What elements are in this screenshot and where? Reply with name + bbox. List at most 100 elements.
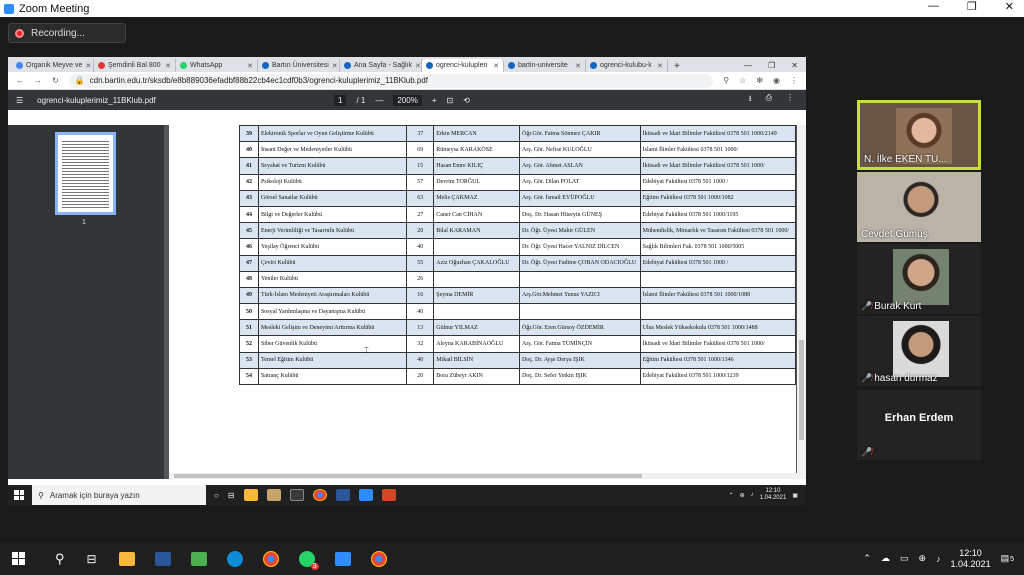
file-explorer-icon[interactable] (118, 551, 135, 566)
tab-label: ogrenci-kuluplen (436, 62, 488, 69)
task-view-icon[interactable]: ⊟ (87, 552, 97, 566)
whatsapp-icon[interactable]: 3 (298, 550, 319, 570)
tray-network-icon[interactable]: ⊕ (740, 492, 745, 499)
zoom-level[interactable]: 200% (393, 94, 422, 106)
video-feed (893, 321, 949, 377)
row-number: 49 (239, 286, 259, 305)
participant-tile[interactable]: 🎤̸ hasan durmaz (857, 316, 981, 386)
tab-close-icon[interactable]: ✕ (575, 62, 581, 70)
participant-tile[interactable]: Erhan Erdem 🎤̸ (857, 390, 981, 460)
powerpoint-icon[interactable] (381, 489, 396, 501)
browser-tab[interactable]: ogrenci-kuluplen ✕ (422, 59, 504, 72)
browser-tab[interactable]: ogrenci-kulubu-k ✕ (586, 59, 668, 72)
page-number-input[interactable]: 1 (334, 94, 347, 106)
page-thumbnail[interactable] (55, 132, 116, 215)
reload-icon[interactable]: ↻ (52, 76, 59, 85)
horizontal-scrollbar[interactable] (169, 473, 797, 479)
tab-close-icon[interactable]: ✕ (415, 62, 421, 70)
participant-tile[interactable]: Cevdet Gümüş (857, 172, 981, 242)
pdf-toolbar: ☰ ogrenci-kuluplerimiz_11BKlub.pdf 1 / 1… (8, 90, 806, 110)
bookmark-star-icon[interactable]: ☆ (739, 76, 746, 85)
zoom-app-icon[interactable] (358, 489, 373, 501)
club-president: Hasan Emre KILIÇ (433, 157, 521, 175)
cortana-icon[interactable]: ○ (214, 491, 219, 500)
tab-close-icon[interactable]: ✕ (657, 62, 663, 70)
edge-icon[interactable] (226, 550, 243, 567)
store-icon[interactable] (289, 489, 304, 501)
url-field[interactable]: 🔒 cdn.bartin.edu.tr/sksdb/e8b889036efadb… (68, 73, 714, 88)
tab-close-icon[interactable]: ✕ (165, 62, 171, 70)
tab-close-icon[interactable]: ✕ (247, 62, 253, 70)
browser-tab[interactable]: Şemdinli Bal 800 ✕ (94, 59, 176, 72)
notification-center-icon[interactable]: ▤5 (1001, 553, 1014, 564)
taskbar-search[interactable]: ⚲ Aramak için buraya yazın (32, 485, 206, 505)
profile-avatar-icon[interactable]: ◉ (773, 76, 780, 85)
tray-chevron-icon[interactable]: ⌃ (863, 553, 871, 564)
maximize-button[interactable]: ❐ (967, 0, 977, 13)
browser-tab[interactable]: Ana Sayfa - Sağlık ✕ (340, 59, 422, 72)
word-icon[interactable] (335, 489, 350, 501)
extensions-icon[interactable]: ✻ (756, 76, 763, 85)
browser-close-icon[interactable]: ✕ (791, 61, 798, 70)
browser-tab[interactable]: WhatsApp ✕ (176, 59, 258, 72)
tray-volume-icon[interactable]: ♪ (751, 492, 754, 498)
club-president: Erkin MERCAN (433, 124, 521, 143)
thumbnail-page-number: 1 (82, 219, 86, 226)
pdf-more-icon[interactable]: ⋮ (786, 93, 794, 107)
table-row: 40 İnsani Değer ve Medeniyetler Kulübü 69 R… (239, 141, 797, 159)
tray-chevron-icon[interactable]: ⌃ (729, 492, 734, 499)
fit-page-icon[interactable]: ⊡ (447, 96, 454, 105)
participant-tile[interactable]: N. İlke EKEN TU... (857, 100, 981, 170)
chrome-icon[interactable] (370, 550, 387, 567)
close-button[interactable]: ✕ (1005, 0, 1014, 13)
browser-restore-icon[interactable]: ❐ (768, 61, 775, 70)
tab-close-icon[interactable]: ✕ (85, 62, 91, 70)
notifications-icon[interactable]: ▣ (792, 492, 798, 499)
rotate-icon[interactable]: ⟲ (463, 96, 470, 105)
onedrive-icon[interactable]: ☁ (881, 553, 890, 564)
download-icon[interactable]: ⭳ (749, 93, 752, 107)
file-explorer-icon[interactable] (243, 489, 258, 501)
battery-icon[interactable]: ▭ (900, 553, 909, 564)
row-number: 48 (239, 270, 259, 288)
tab-close-icon[interactable]: ✕ (332, 62, 338, 70)
windows-start-icon[interactable] (14, 490, 24, 500)
chrome-icon[interactable] (262, 550, 279, 567)
system-clock[interactable]: 12:10 1.04.2021 (951, 548, 991, 570)
print-icon[interactable]: ⎙ (766, 93, 772, 107)
browser-minimize-icon[interactable]: — (744, 61, 752, 70)
browser-tab[interactable]: bartin-universite ✕ (504, 59, 586, 72)
zoom-search-icon[interactable]: ⚲ (723, 76, 729, 85)
tab-label: WhatsApp (190, 62, 223, 69)
member-count: 63 (406, 189, 435, 207)
participant-tile[interactable]: 🎤̸ Burak Kurt (857, 244, 981, 314)
pdf-menu-icon[interactable]: ☰ (16, 96, 23, 105)
chrome-icon[interactable] (312, 489, 327, 501)
zoom-app-icon[interactable] (334, 551, 351, 566)
club-president: Aleyna KARABİNAOĞLU (433, 335, 521, 353)
windows-start-icon[interactable] (12, 552, 25, 565)
zoom-in-icon[interactable]: + (432, 96, 437, 105)
calculator-icon[interactable] (190, 551, 207, 566)
inner-clock[interactable]: 12:10 1.04.2021 (760, 488, 787, 502)
browser-tab[interactable]: Bartın Üniversitesi ✕ (258, 59, 340, 72)
task-view-icon[interactable]: ⊟ (228, 491, 235, 500)
notepad-icon[interactable] (266, 489, 281, 501)
zoom-out-icon[interactable]: — (375, 96, 383, 105)
forward-icon[interactable]: → (34, 76, 42, 85)
tab-close-icon[interactable]: ✕ (493, 62, 499, 70)
zoom-title-bar: Zoom Meeting — ❐ ✕ (0, 0, 1024, 17)
search-icon[interactable]: ⚲ (55, 551, 65, 567)
browser-tab[interactable]: Organik Meyve ve ✕ (12, 59, 94, 72)
tab-label: Şemdinli Bal 800 (108, 62, 161, 69)
volume-icon[interactable]: ♪ (936, 554, 941, 564)
minimize-button[interactable]: — (928, 0, 939, 13)
menu-dots-icon[interactable]: ⋮ (790, 76, 798, 85)
back-icon[interactable]: ← (16, 76, 24, 85)
recording-indicator[interactable]: Recording... (8, 23, 126, 43)
network-icon[interactable]: ⊕ (918, 553, 926, 564)
new-tab-button[interactable]: + (668, 61, 686, 72)
word-icon[interactable] (154, 551, 171, 566)
vertical-scrollbar[interactable] (797, 125, 806, 479)
system-tray: ⌃ ☁ ▭ ⊕ ♪ 12:10 1.04.2021 ▤5 (863, 548, 1024, 570)
